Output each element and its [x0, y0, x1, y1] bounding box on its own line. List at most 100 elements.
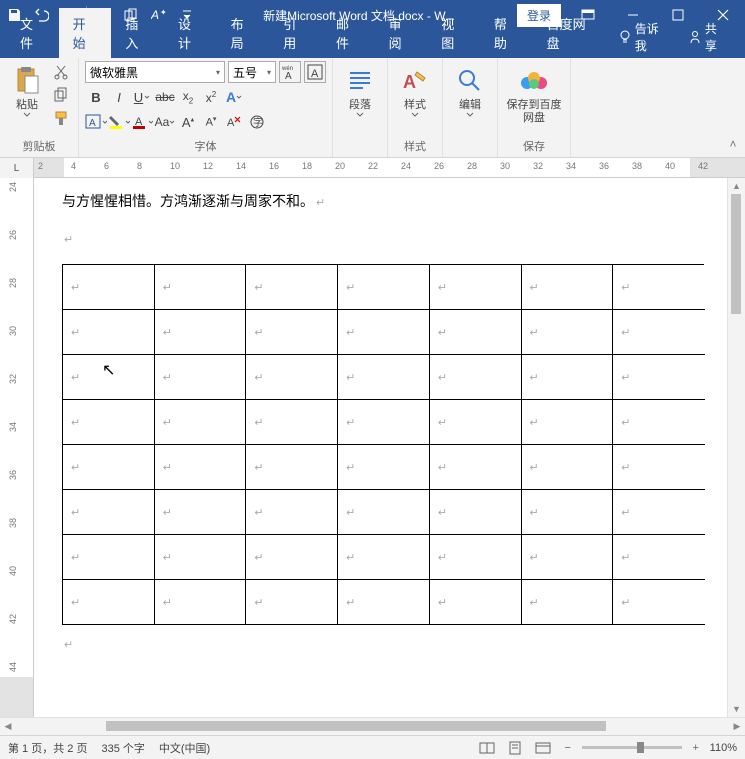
table-cell[interactable]: ↵	[521, 310, 613, 355]
vscroll-track[interactable]	[728, 194, 745, 701]
tab-layout[interactable]: 布局	[217, 8, 270, 58]
scroll-up-icon[interactable]: ▲	[728, 178, 745, 194]
status-words[interactable]: 335 个字	[101, 740, 144, 756]
tab-view[interactable]: 视图	[427, 8, 480, 58]
hscroll-track[interactable]	[106, 718, 729, 735]
subscript-icon[interactable]: x2	[177, 86, 199, 108]
highlight-icon[interactable]	[108, 111, 130, 133]
table-cell[interactable]: ↵	[338, 355, 430, 400]
empty-paragraph[interactable]: ↵	[62, 214, 705, 258]
table-cell[interactable]: ↵	[521, 265, 613, 310]
paragraph-button[interactable]: 段落	[339, 61, 381, 121]
table-cell[interactable]: ↵	[429, 310, 521, 355]
underline-icon[interactable]: U	[131, 86, 153, 108]
table-cell[interactable]: ↵	[338, 490, 430, 535]
format-painter-icon[interactable]	[50, 107, 72, 129]
table-cell[interactable]: ↵	[154, 580, 246, 625]
save-baidu-button[interactable]: 保存到百度网盘	[504, 61, 564, 129]
clear-format-icon[interactable]: A	[223, 111, 245, 133]
vertical-scrollbar[interactable]: ▲ ▼	[727, 178, 745, 717]
vscroll-thumb[interactable]	[731, 194, 741, 314]
zoom-in-button[interactable]: +	[688, 742, 704, 754]
document-table[interactable]: ↵↵↵↵↵↵↵↵↵↵↵↵↵↵↵↵↵↵↵↵↵↵↵↵↵↵↵↵↵↵↵↵↵↵↵↵↵↵↵↵…	[62, 264, 705, 625]
table-cell[interactable]: ↵	[429, 400, 521, 445]
read-mode-icon[interactable]	[476, 739, 498, 757]
tab-baidu[interactable]: 百度网盘	[533, 8, 610, 58]
tab-home[interactable]: 开始	[59, 8, 112, 58]
after-table-paragraph[interactable]: ↵	[62, 625, 705, 651]
italic-icon[interactable]: I	[108, 86, 130, 108]
styles-button[interactable]: A 样式	[394, 61, 436, 121]
bold-icon[interactable]: B	[85, 86, 107, 108]
table-cell[interactable]: ↵	[613, 355, 705, 400]
table-cell[interactable]: ↵	[154, 490, 246, 535]
superscript-icon[interactable]: x2	[200, 86, 222, 108]
table-cell[interactable]: ↵	[521, 400, 613, 445]
table-cell[interactable]: ↵	[63, 265, 155, 310]
horizontal-ruler[interactable]: L 24681012141618202224262830323436384042	[0, 158, 745, 178]
table-cell[interactable]: ↵	[613, 310, 705, 355]
table-cell[interactable]: ↵	[613, 490, 705, 535]
table-cell[interactable]: ↵	[246, 355, 338, 400]
table-cell[interactable]: ↵	[246, 265, 338, 310]
table-cell[interactable]: ↵	[154, 265, 246, 310]
tab-selector[interactable]: L	[0, 158, 34, 178]
table-cell[interactable]: ↵	[429, 535, 521, 580]
change-case-icon[interactable]: Aa	[154, 111, 176, 133]
tab-mailings[interactable]: 邮件	[322, 8, 375, 58]
table-cell[interactable]: ↵	[613, 580, 705, 625]
strikethrough-icon[interactable]: abc	[154, 86, 176, 108]
table-cell[interactable]: ↵	[521, 445, 613, 490]
text-effects-icon[interactable]: A	[223, 86, 245, 108]
phonetic-guide-icon[interactable]: wénA	[279, 61, 301, 83]
table-cell[interactable]: ↵	[429, 580, 521, 625]
table-cell[interactable]: ↵	[63, 445, 155, 490]
document-area[interactable]: 与方惺惺相惜。方鸿渐逐渐与周家不和。↵ ↵ ↵↵↵↵↵↵↵↵↵↵↵↵↵↵↵↵↵↵…	[34, 178, 727, 717]
table-cell[interactable]: ↵	[521, 535, 613, 580]
shrink-font-icon[interactable]: A▾	[200, 111, 222, 133]
copy-icon[interactable]	[50, 84, 72, 106]
tab-file[interactable]: 文件	[6, 8, 59, 58]
table-cell[interactable]: ↵	[338, 265, 430, 310]
char-border-icon[interactable]: A	[304, 61, 326, 83]
web-layout-icon[interactable]	[532, 739, 554, 757]
scroll-down-icon[interactable]: ▼	[728, 701, 745, 717]
table-cell[interactable]: ↵	[429, 490, 521, 535]
table-cell[interactable]: ↵	[246, 400, 338, 445]
table-cell[interactable]: ↵	[338, 400, 430, 445]
font-color-icon[interactable]: A	[131, 111, 153, 133]
table-cell[interactable]: ↵	[613, 400, 705, 445]
scroll-left-icon[interactable]: ◀	[0, 718, 16, 735]
tab-design[interactable]: 设计	[164, 8, 217, 58]
paste-button[interactable]: 粘贴	[6, 61, 48, 121]
table-cell[interactable]: ↵	[429, 355, 521, 400]
table-cell[interactable]: ↵	[246, 535, 338, 580]
zoom-level[interactable]: 110%	[710, 742, 737, 754]
table-cell[interactable]: ↵	[521, 580, 613, 625]
enclose-char-icon[interactable]: 字	[246, 111, 268, 133]
table-cell[interactable]: ↵	[63, 535, 155, 580]
zoom-handle[interactable]	[637, 742, 644, 753]
table-cell[interactable]: ↵	[338, 580, 430, 625]
table-cell[interactable]: ↵	[521, 355, 613, 400]
tab-review[interactable]: 审阅	[375, 8, 428, 58]
table-cell[interactable]: ↵	[246, 310, 338, 355]
scroll-right-icon[interactable]: ▶	[729, 718, 745, 735]
editing-button[interactable]: 编辑	[449, 61, 491, 121]
tab-references[interactable]: 引用	[269, 8, 322, 58]
table-cell[interactable]: ↵	[63, 310, 155, 355]
table-cell[interactable]: ↵	[154, 535, 246, 580]
table-cell[interactable]: ↵	[246, 580, 338, 625]
table-cell[interactable]: ↵	[613, 445, 705, 490]
table-cell[interactable]: ↵	[429, 265, 521, 310]
table-cell[interactable]: ↵	[338, 445, 430, 490]
status-lang[interactable]: 中文(中国)	[159, 740, 210, 756]
collapse-ribbon-icon[interactable]: ˄	[721, 58, 745, 157]
paragraph-text[interactable]: 与方惺惺相惜。方鸿渐逐渐与周家不和。↵	[62, 190, 705, 214]
table-cell[interactable]: ↵	[63, 490, 155, 535]
tab-insert[interactable]: 插入	[111, 8, 164, 58]
table-cell[interactable]: ↵	[613, 265, 705, 310]
table-cell[interactable]: ↵	[63, 355, 155, 400]
font-name-combo[interactable]: 微软雅黑▾	[85, 61, 225, 83]
print-layout-icon[interactable]	[504, 739, 526, 757]
